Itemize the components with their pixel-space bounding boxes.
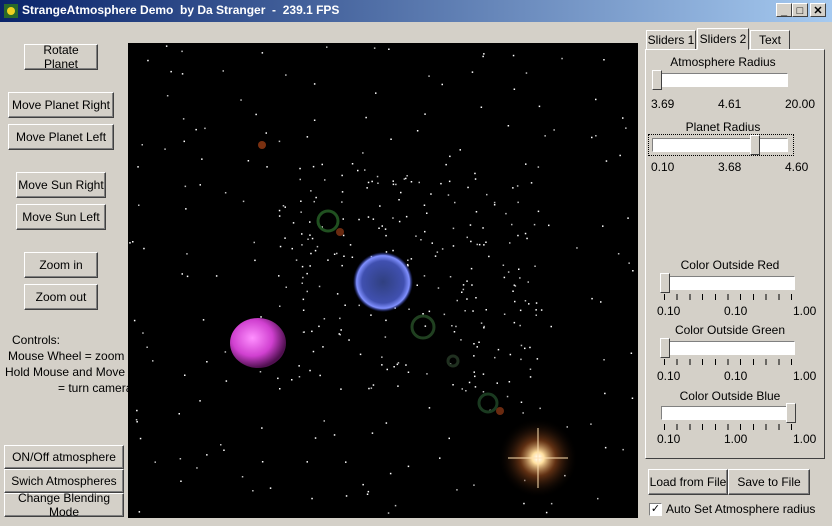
color-green-min: 0.10 xyxy=(657,369,681,383)
title-bar: StrangeAtmosphere Demo by Da Stranger - … xyxy=(0,0,832,22)
pink-planet xyxy=(230,318,286,368)
change-blending-mode-button[interactable]: Change Blending Mode xyxy=(4,491,124,519)
tab-sliders-2[interactable]: Sliders 2 xyxy=(697,28,749,50)
color-blue-value: 1.00 xyxy=(724,432,748,446)
maximize-button[interactable]: □ xyxy=(792,3,808,17)
zoom-out-button[interactable]: Zoom out xyxy=(24,284,98,310)
lens-flare xyxy=(446,354,460,368)
planet-with-atmosphere xyxy=(353,252,413,312)
move-sun-left-button[interactable]: Move Sun Left xyxy=(16,204,106,230)
color-blue-max: 1.00 xyxy=(793,432,817,446)
color-green-label: Color Outside Green xyxy=(674,323,786,337)
planet-radius-max: 4.60 xyxy=(785,160,809,174)
tab-sliders-1[interactable]: Sliders 1 xyxy=(646,30,696,50)
planet-radius-label: Planet Radius xyxy=(685,120,761,134)
color-green-ticks xyxy=(664,359,794,365)
color-green-slider[interactable] xyxy=(660,338,670,358)
color-blue-label: Color Outside Blue xyxy=(679,389,781,403)
atmosphere-radius-track xyxy=(652,73,788,87)
atmosphere-radius-label: Atmosphere Radius xyxy=(670,55,776,69)
toggle-atmosphere-button[interactable]: ON/Off atmosphere xyxy=(4,445,124,469)
minimize-button[interactable]: _ xyxy=(776,3,792,17)
controls-camera-help-2: = turn camera xyxy=(58,381,133,395)
tab-text[interactable]: Text xyxy=(750,30,790,50)
lens-flare xyxy=(410,314,436,340)
controls-camera-help: Hold Mouse and Move = xyxy=(5,365,136,379)
lens-flare-dot xyxy=(336,228,344,236)
color-red-slider[interactable] xyxy=(660,273,670,293)
atmosphere-radius-max: 20.00 xyxy=(785,97,816,111)
color-blue-slider[interactable] xyxy=(786,403,796,423)
planet-radius-slider[interactable] xyxy=(750,135,761,155)
color-red-label: Color Outside Red xyxy=(680,258,780,272)
close-button[interactable]: ✕ xyxy=(810,3,826,17)
lens-flare xyxy=(477,392,499,414)
color-red-min: 0.10 xyxy=(657,304,681,318)
render-viewport[interactable] xyxy=(128,43,638,518)
move-sun-right-button[interactable]: Move Sun Right xyxy=(16,172,106,198)
planet-radius-min: 0.10 xyxy=(651,160,675,174)
atmosphere-radius-slider[interactable] xyxy=(652,70,662,90)
color-red-ticks xyxy=(664,294,794,300)
starfield xyxy=(129,45,634,514)
color-red-track xyxy=(661,276,795,290)
controls-zoom-help: Mouse Wheel = zoom xyxy=(8,349,125,363)
zoom-in-button[interactable]: Zoom in xyxy=(24,252,98,278)
load-from-file-button[interactable]: Load from File xyxy=(648,469,728,495)
controls-heading: Controls: xyxy=(12,333,61,347)
lens-flare xyxy=(316,209,340,233)
lens-flare-dot xyxy=(258,141,266,149)
color-red-value: 0.10 xyxy=(724,304,748,318)
lens-flare-dot xyxy=(496,407,504,415)
color-red-max: 1.00 xyxy=(793,304,817,318)
planet-radius-value: 3.68 xyxy=(718,160,742,174)
app-icon xyxy=(4,4,18,18)
atmosphere-radius-min: 3.69 xyxy=(651,97,675,111)
color-blue-ticks xyxy=(664,424,794,430)
color-green-track xyxy=(661,341,795,355)
save-to-file-button[interactable]: Save to File xyxy=(728,469,810,495)
window-title: StrangeAtmosphere Demo by Da Stranger - … xyxy=(22,3,340,17)
auto-set-label: Auto Set Atmosphere radius xyxy=(666,502,816,516)
color-blue-min: 0.10 xyxy=(657,432,681,446)
planet-radius-track xyxy=(652,138,788,152)
rotate-planet-button[interactable]: Rotate Planet xyxy=(24,43,98,71)
switch-atmospheres-button[interactable]: Swich Atmospheres xyxy=(4,469,124,493)
move-planet-left-button[interactable]: Move Planet Left xyxy=(8,124,114,150)
move-planet-right-button[interactable]: Move Planet Right xyxy=(8,92,114,118)
color-blue-track xyxy=(661,406,795,420)
auto-set-checkbox[interactable]: ✓ xyxy=(649,503,662,516)
atmosphere-radius-value: 4.61 xyxy=(718,97,742,111)
color-green-value: 0.10 xyxy=(724,369,748,383)
color-green-max: 1.00 xyxy=(793,369,817,383)
